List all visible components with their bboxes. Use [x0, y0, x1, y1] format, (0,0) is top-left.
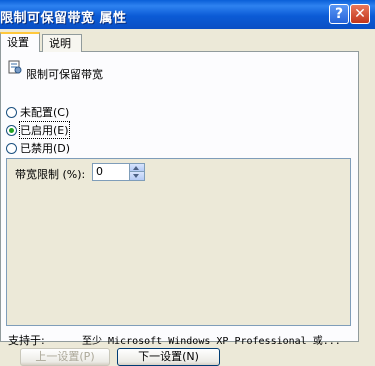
tab-settings[interactable]: 设置 [0, 32, 40, 52]
radio-enabled[interactable]: 已启用(E) [6, 121, 70, 139]
policy-settings-icon [8, 60, 22, 74]
window-title: 限制可保留带宽 属性 [0, 11, 127, 26]
options-area [6, 158, 351, 326]
bandwidth-limit-label: 带宽限制 (%): [15, 168, 86, 181]
help-button[interactable]: ? [329, 4, 349, 24]
radio-button[interactable] [6, 124, 17, 136]
close-button[interactable]: ✕ [350, 4, 370, 24]
radio-button[interactable] [6, 106, 17, 118]
previous-setting-button[interactable]: 上一设置(P) [20, 348, 110, 366]
next-setting-button[interactable]: 下一设置(N) [117, 348, 220, 366]
radio-not-configured[interactable]: 未配置(C) [6, 104, 69, 120]
policy-title: 限制可保留带宽 [26, 68, 103, 81]
radio-label: 未配置(C) [20, 106, 70, 119]
radio-label: 已禁用(D) [20, 142, 71, 155]
spin-down-icon[interactable] [130, 172, 144, 180]
close-icon: ✕ [354, 6, 366, 22]
title-bar[interactable]: 限制可保留带宽 属性 ? ✕ [0, 0, 375, 29]
radio-disabled[interactable]: 已禁用(D) [6, 140, 70, 156]
supported-on-value: 至少 Microsoft Windows XP Professional 或..… [82, 336, 341, 347]
spin-up-icon[interactable] [130, 164, 144, 172]
supported-on-label: 支持于: [8, 334, 45, 347]
bandwidth-limit-input[interactable]: 0 [92, 163, 130, 181]
bandwidth-spinner[interactable] [130, 163, 145, 181]
radio-label: 已启用(E) [19, 121, 70, 139]
help-icon: ? [334, 6, 344, 22]
tab-explain[interactable]: 说明 [42, 34, 82, 52]
radio-button[interactable] [6, 142, 17, 154]
